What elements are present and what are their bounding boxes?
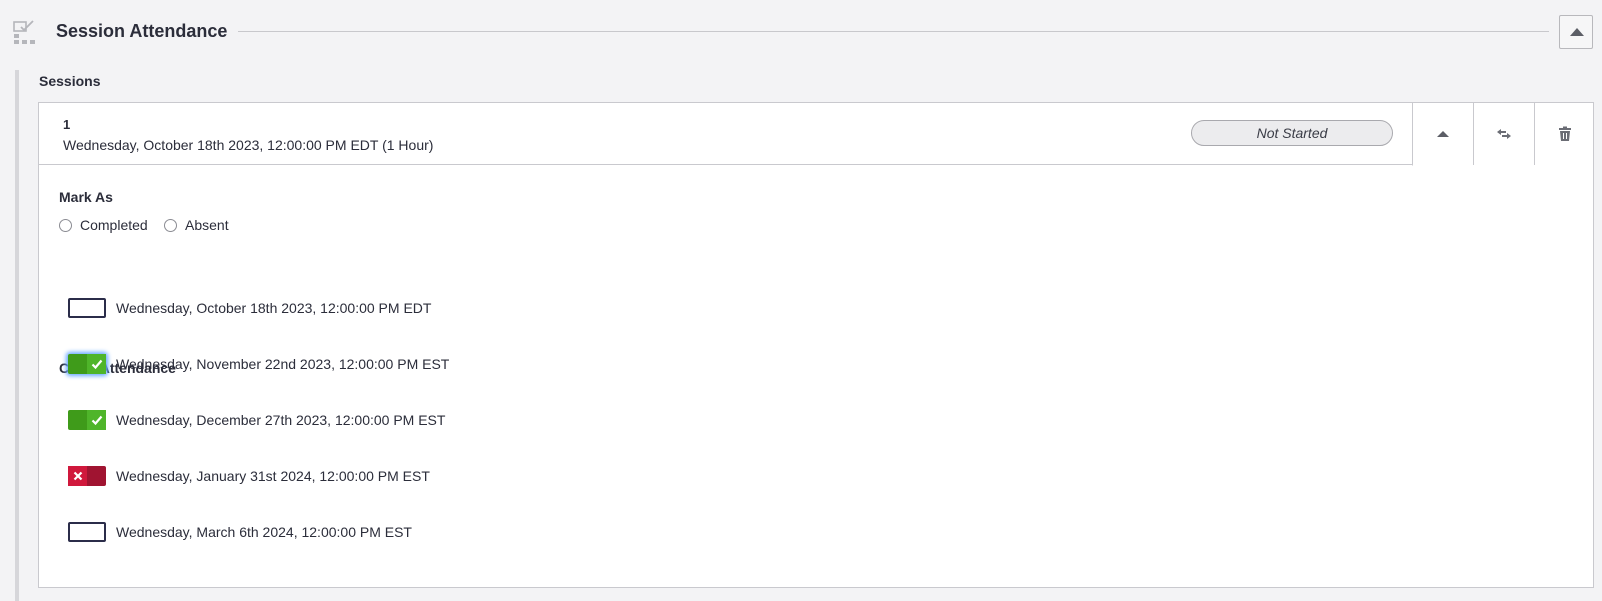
- attendance-date: Wednesday, October 18th 2023, 12:00:00 P…: [116, 300, 432, 316]
- radio-completed[interactable]: Completed: [59, 215, 148, 235]
- attendance-toggle-absent[interactable]: [68, 466, 106, 486]
- attendance-row: Wednesday, October 18th 2023, 12:00:00 P…: [68, 297, 431, 319]
- radio-label-absent: Absent: [185, 217, 229, 233]
- session-collapse-button[interactable]: [1412, 103, 1473, 166]
- move-arrows-icon: [1497, 129, 1511, 139]
- header-divider: [238, 31, 1549, 32]
- check-icon: [87, 410, 106, 430]
- close-icon: [68, 466, 87, 486]
- session-number: 1: [63, 117, 71, 132]
- section-header: Session Attendance: [0, 0, 1602, 64]
- attendance-toggle-unset[interactable]: [68, 522, 106, 542]
- attendance-row: Wednesday, November 22nd 2023, 12:00:00 …: [68, 353, 449, 375]
- section-accent-bar: [15, 70, 19, 601]
- attendance-date: Wednesday, November 22nd 2023, 12:00:00 …: [116, 356, 450, 372]
- check-icon: [87, 354, 106, 374]
- attendance-toggle-unset[interactable]: [68, 298, 106, 318]
- radio-button[interactable]: [164, 218, 177, 232]
- attendance-date: Wednesday, January 31st 2024, 12:00:00 P…: [116, 468, 430, 484]
- attendance-row: Wednesday, December 27th 2023, 12:00:00 …: [68, 409, 445, 431]
- attendance-date: Wednesday, March 6th 2024, 12:00:00 PM E…: [116, 524, 412, 540]
- checklist-icon: [13, 20, 37, 44]
- radio-absent[interactable]: Absent: [164, 215, 229, 235]
- sessions-label: Sessions: [39, 73, 101, 89]
- caret-up-icon: [1570, 28, 1584, 36]
- session-datetime: Wednesday, October 18th 2023, 12:00:00 P…: [63, 137, 434, 153]
- attendance-toggle-present[interactable]: [68, 354, 106, 374]
- status-badge: Not Started: [1191, 120, 1393, 146]
- session-header[interactable]: 1 Wednesday, October 18th 2023, 12:00:00…: [39, 103, 1593, 166]
- attendance-row: Wednesday, January 31st 2024, 12:00:00 P…: [68, 465, 430, 487]
- radio-label-completed: Completed: [80, 217, 148, 233]
- session-card: 1 Wednesday, October 18th 2023, 12:00:00…: [38, 102, 1594, 588]
- attendance-row: Wednesday, March 6th 2024, 12:00:00 PM E…: [68, 521, 412, 543]
- mark-as-label: Mark As: [59, 189, 113, 205]
- move-session-button[interactable]: [1473, 103, 1534, 165]
- caret-up-icon: [1437, 131, 1449, 137]
- delete-session-button[interactable]: [1534, 103, 1593, 165]
- section-collapse-button[interactable]: [1559, 15, 1593, 49]
- page-title: Session Attendance: [56, 21, 228, 41]
- trash-icon: [1559, 126, 1571, 141]
- attendance-toggle-present[interactable]: [68, 410, 106, 430]
- attendance-date: Wednesday, December 27th 2023, 12:00:00 …: [116, 412, 446, 428]
- radio-button[interactable]: [59, 218, 72, 232]
